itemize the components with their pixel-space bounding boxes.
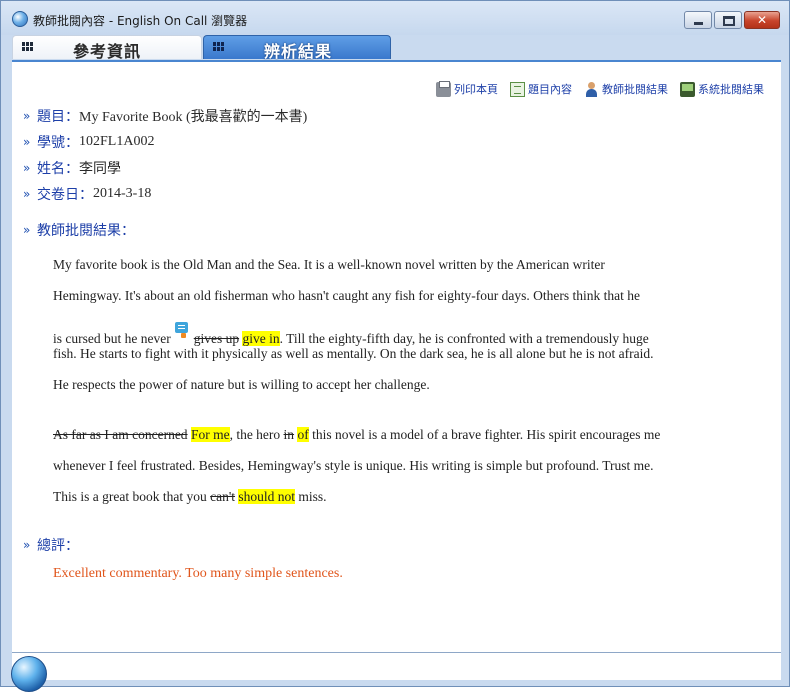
topic-value: My Favorite Book (我最喜歡的一本書) (79, 110, 308, 125)
question-content-label: 題目內容 (528, 83, 572, 96)
tab-label: 辨析結果 (264, 42, 333, 61)
chevron-right-icon: » (23, 135, 31, 149)
overall-heading: 總評： (37, 538, 79, 554)
monitor-icon (680, 81, 695, 97)
chevron-right-icon: » (23, 223, 31, 237)
window-title: 教師批閱內容 - English On Call 瀏覽器 (33, 14, 248, 28)
tab-bar: 參考資訊 辨析結果 (12, 35, 781, 61)
status-bar (12, 652, 781, 680)
student-id-row: » 學號： 102FL1A002 (23, 132, 154, 152)
document-icon (510, 81, 525, 97)
essay-line: whenever I feel frustrated. Besides, Hem… (53, 458, 654, 473)
print-page-link[interactable]: 列印本頁 (436, 80, 498, 98)
system-review-link[interactable]: 系統批閱結果 (680, 80, 764, 98)
essay-text-segment: is cursed but he never (53, 331, 171, 346)
tab-reference-info[interactable]: 參考資訊 (12, 35, 202, 61)
overall-heading-row: » 總評： (23, 535, 79, 555)
inserted-text: For me (190, 427, 230, 442)
grid-icon (213, 42, 225, 52)
essay-line: My favorite book is the Old Man and the … (53, 257, 605, 272)
name-row: » 姓名： 李同學 (23, 158, 121, 178)
inserted-text: should not (238, 489, 296, 504)
teacher-review-label: 教師批閱結果 (602, 83, 668, 96)
close-button[interactable] (744, 11, 780, 29)
teacher-review-link[interactable]: 教師批閱結果 (584, 80, 668, 98)
essay-line: This is a great book that you can't shou… (53, 489, 327, 505)
deleted-text: As far as I am concerned (53, 427, 188, 442)
teacher-review-heading: 教師批閱結果： (37, 223, 135, 239)
essay-text-segment: . Till the eighty-fifth day, he is confr… (279, 331, 649, 346)
globe-icon (12, 11, 28, 27)
maximize-button[interactable] (714, 11, 742, 29)
chevron-right-icon: » (23, 187, 31, 201)
browser-window: 教師批閱內容 - English On Call 瀏覽器 參考資訊 辨析結果 列… (0, 0, 790, 692)
submit-date-label: 交卷日： (37, 187, 93, 203)
chevron-right-icon: » (23, 109, 31, 123)
overall-comment: Excellent commentary. Too many simple se… (53, 566, 343, 581)
topic-row: » 題目： My Favorite Book (我最喜歡的一本書) (23, 106, 307, 126)
tab-analysis-result[interactable]: 辨析結果 (203, 35, 391, 61)
essay-text-segment: , the hero (229, 427, 281, 442)
essay-text-segment: This is a great book that you (53, 489, 207, 504)
essay-line: He respects the power of nature but is w… (53, 377, 430, 392)
grid-icon (22, 42, 34, 52)
title-bar: 教師批閱內容 - English On Call 瀏覽器 (1, 1, 789, 35)
content-pane: 列印本頁 題目內容 教師批閱結果 系統批閱結果 » 題目： My Favorit… (12, 60, 781, 652)
question-content-link[interactable]: 題目內容 (510, 80, 572, 98)
essay-line: Hemingway. It's about an old fisherman w… (53, 288, 640, 303)
inserted-text: of (297, 427, 309, 442)
minimize-button[interactable] (684, 11, 712, 29)
submit-date-row: » 交卷日： 2014-3-18 (23, 184, 151, 204)
action-toolbar: 列印本頁 題目內容 教師批閱結果 系統批閱結果 (436, 80, 764, 98)
printer-icon (436, 80, 451, 97)
deleted-text: can't (210, 489, 236, 504)
topic-label: 題目： (37, 109, 79, 125)
deleted-text: gives up (193, 331, 240, 346)
comment-icon[interactable] (174, 322, 188, 338)
student-id-label: 學號： (37, 135, 79, 151)
student-id-value: 102FL1A002 (79, 134, 155, 149)
deleted-text: in (283, 427, 295, 442)
name-value: 李同學 (79, 161, 121, 177)
chevron-right-icon: » (23, 538, 31, 552)
tab-label: 參考資訊 (73, 42, 142, 61)
teacher-icon (584, 81, 599, 97)
name-label: 姓名： (37, 161, 79, 177)
essay-text-segment: this novel is a model of a brave fighter… (312, 427, 661, 442)
inserted-text: give in (242, 331, 280, 346)
print-page-label: 列印本頁 (454, 83, 498, 96)
essay-line: is cursed but he never gives up give in. … (53, 322, 649, 347)
essay-line: fish. He starts to fight with it physica… (53, 346, 654, 361)
submit-date-value: 2014-3-18 (93, 186, 152, 201)
teacher-review-heading-row: » 教師批閱結果： (23, 220, 135, 240)
essay-line: As far as I am concerned For me, the her… (53, 427, 660, 443)
chevron-right-icon: » (23, 161, 31, 175)
essay-text-segment: miss. (298, 489, 327, 504)
system-review-label: 系統批閱結果 (698, 83, 764, 96)
